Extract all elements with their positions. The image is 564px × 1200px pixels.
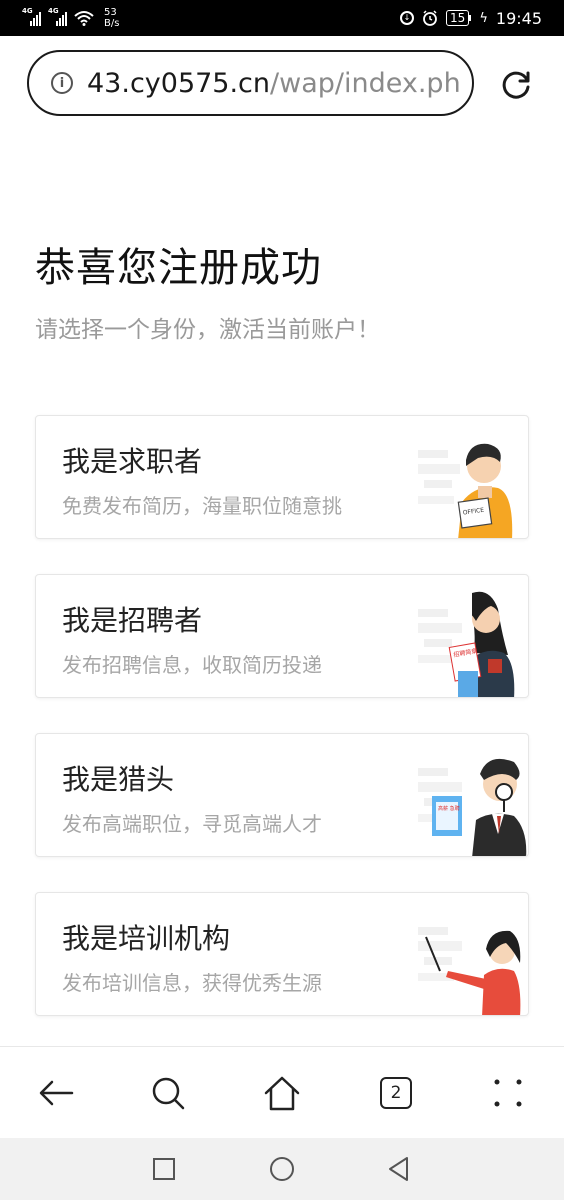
role-description: 发布招聘信息，收取简历投递 xyxy=(62,653,322,677)
tabs-button[interactable]: 2 xyxy=(376,1073,416,1113)
address-bar[interactable]: i 43.cy0575.cn/wap/index.ph xyxy=(27,50,474,116)
page-title: 恭喜您注册成功 xyxy=(35,245,322,291)
status-bar: 4G 4G 53 B/s ↓ 15 ϟ 19:45 xyxy=(0,0,564,36)
speed-value: 53 xyxy=(104,7,117,18)
info-icon[interactable]: i xyxy=(51,72,73,94)
wifi-icon xyxy=(74,11,94,26)
role-title: 我是求职者 xyxy=(62,445,203,478)
headhunter-illustration: 高薪 急聘 xyxy=(418,758,527,856)
recruiter-illustration: 招聘简章 xyxy=(418,591,515,697)
role-card-job-seeker[interactable]: 我是求职者 免费发布简历，海量职位随意挑 OFFICE xyxy=(35,415,529,539)
url-text[interactable]: 43.cy0575.cn/wap/index.ph xyxy=(87,68,459,99)
system-navigation-bar xyxy=(0,1138,564,1200)
role-description: 发布培训信息，获得优秀生源 xyxy=(62,971,322,995)
trainer-illustration xyxy=(418,927,521,1015)
signal-icon: 4G xyxy=(22,7,42,26)
tab-count: 2 xyxy=(380,1077,412,1109)
signal-icon-2: 4G xyxy=(48,7,68,26)
home-circle-icon[interactable] xyxy=(269,1156,295,1182)
network-type-label-2: 4G xyxy=(48,7,59,15)
search-icon[interactable] xyxy=(148,1073,188,1113)
recents-square-icon[interactable] xyxy=(151,1156,177,1182)
speed-unit: B/s xyxy=(104,18,120,29)
back-arrow-icon[interactable] xyxy=(36,1073,76,1113)
page-subtitle: 请选择一个身份，激活当前账户！ xyxy=(35,317,380,343)
role-title: 我是猎头 xyxy=(62,763,175,796)
battery-icon: 15 xyxy=(446,10,472,26)
role-card-headhunter[interactable]: 我是猎头 发布高端职位，寻觅高端人才 高薪 急聘 xyxy=(35,733,529,857)
alarm-icon xyxy=(423,10,437,26)
role-title: 我是培训机构 xyxy=(62,922,231,955)
role-title: 我是招聘者 xyxy=(62,604,203,637)
role-card-training-institution[interactable]: 我是培训机构 发布培训信息，获得优秀生源 xyxy=(35,892,529,1016)
role-description: 免费发布简历，海量职位随意挑 xyxy=(62,494,342,518)
status-left: 4G 4G 53 B/s xyxy=(22,6,119,30)
more-menu-icon[interactable] xyxy=(488,1073,528,1113)
role-card-recruiter[interactable]: 我是招聘者 发布招聘信息，收取简历投递 招聘简章 xyxy=(35,574,529,698)
illustration-label: 高薪 急聘 xyxy=(438,805,460,812)
battery-level: 15 xyxy=(446,10,470,26)
data-saver-icon: ↓ xyxy=(400,11,415,25)
clock: 19:45 xyxy=(495,8,542,28)
network-type-label: 4G xyxy=(22,7,33,15)
url-path: /wap/index.ph xyxy=(270,67,459,99)
reload-icon[interactable] xyxy=(498,65,534,101)
charging-icon: ϟ xyxy=(479,10,488,26)
job-seeker-illustration: OFFICE xyxy=(418,443,513,538)
browser-toolbar: 2 xyxy=(0,1046,564,1139)
home-icon[interactable] xyxy=(262,1073,302,1113)
url-host: 43.cy0575.cn xyxy=(87,67,271,99)
network-speed: 53 B/s xyxy=(104,7,119,29)
role-description: 发布高端职位，寻觅高端人才 xyxy=(62,812,322,836)
back-triangle-icon[interactable] xyxy=(386,1156,412,1182)
status-right: ↓ 15 ϟ 19:45 xyxy=(400,6,542,30)
